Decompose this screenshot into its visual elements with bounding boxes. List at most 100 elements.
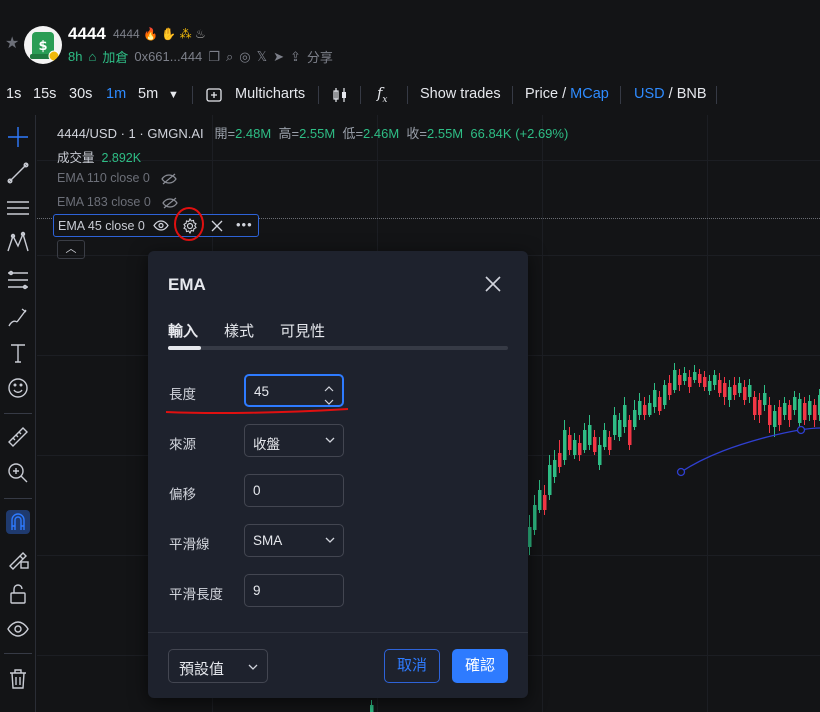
toolbar-divider bbox=[318, 86, 319, 104]
interval-5m[interactable]: 5m bbox=[138, 86, 158, 102]
candle-body bbox=[803, 403, 807, 420]
crosshair-icon[interactable] bbox=[6, 125, 30, 149]
mcap-option[interactable]: MCap bbox=[570, 86, 609, 102]
favorite-star-icon[interactable]: ★ bbox=[5, 33, 19, 53]
remove-close-icon[interactable] bbox=[210, 219, 224, 238]
home-icon: ⌂ bbox=[88, 49, 97, 64]
show-trades-button[interactable]: Show trades bbox=[420, 86, 501, 102]
defaults-select[interactable]: 預設值 bbox=[168, 649, 268, 683]
visibility-icon[interactable] bbox=[6, 617, 30, 641]
interval-1s[interactable]: 1s bbox=[6, 86, 21, 102]
candle-type-icon[interactable] bbox=[331, 86, 349, 108]
smoothing-length-input[interactable]: 9 bbox=[244, 574, 344, 607]
contract-address[interactable]: 0x661...444 bbox=[134, 49, 202, 64]
tab-indicator-track bbox=[168, 346, 508, 350]
emoji-icon[interactable] bbox=[6, 376, 30, 400]
drawing-anchor-point[interactable] bbox=[796, 425, 806, 435]
dialog-footer-divider bbox=[148, 632, 528, 633]
magnet-icon[interactable] bbox=[6, 510, 30, 534]
interval-15s[interactable]: 15s bbox=[33, 86, 56, 102]
drawn-curve-line[interactable] bbox=[680, 427, 820, 473]
candle-body bbox=[773, 411, 777, 427]
tab-visibility[interactable]: 可見性 bbox=[280, 320, 325, 341]
add-position-link[interactable]: 加倉 bbox=[102, 47, 128, 66]
trend-line-icon[interactable] bbox=[6, 161, 30, 185]
smoothing-length-label: 平滑長度 bbox=[169, 587, 223, 602]
brush-icon[interactable] bbox=[6, 305, 30, 329]
search-icon[interactable]: ⌕ bbox=[226, 49, 233, 65]
tool-divider bbox=[4, 653, 32, 654]
candle-body bbox=[668, 383, 672, 395]
candle-body bbox=[533, 505, 537, 530]
candle-body bbox=[578, 443, 582, 455]
high-label: 高= bbox=[278, 126, 300, 141]
token-age: 8h bbox=[68, 49, 83, 64]
candle-body bbox=[633, 410, 637, 427]
zoom-in-icon[interactable] bbox=[6, 461, 30, 485]
ruler-icon[interactable] bbox=[6, 425, 30, 449]
price-mcap-toggle[interactable]: Price / MCap bbox=[525, 86, 609, 102]
ema45-label: EMA 45 close 0 bbox=[58, 219, 145, 233]
symbol-label[interactable]: 4444/USD · 1 · GMGN.AI bbox=[57, 126, 204, 141]
indicators-fx-icon[interactable]: fx bbox=[377, 86, 387, 105]
group-icon: ⁂ bbox=[179, 27, 192, 41]
copy-icon[interactable]: ❐ bbox=[208, 49, 220, 65]
more-intervals-icon[interactable]: ▼ bbox=[168, 89, 179, 101]
drawing-anchor-point[interactable] bbox=[676, 467, 686, 477]
annotation-underline bbox=[165, 408, 349, 414]
candle-body bbox=[663, 385, 667, 405]
source-select[interactable]: 收盤 bbox=[244, 424, 344, 457]
toolbar-divider bbox=[407, 86, 408, 104]
dialog-title: EMA bbox=[168, 275, 206, 294]
trash-icon[interactable] bbox=[6, 667, 30, 691]
interval-30s[interactable]: 30s bbox=[69, 86, 92, 102]
offset-input[interactable]: 0 bbox=[244, 474, 344, 507]
pattern-icon[interactable] bbox=[6, 231, 30, 255]
fib-tools-icon[interactable] bbox=[6, 268, 30, 292]
share-icon[interactable]: ⇪ bbox=[290, 49, 301, 65]
price-option[interactable]: Price bbox=[525, 86, 558, 102]
horizontal-lines-icon[interactable] bbox=[6, 196, 30, 220]
source-label: 來源 bbox=[169, 437, 196, 452]
collapse-legend-button[interactable]: ︿ bbox=[57, 240, 85, 259]
tab-inputs[interactable]: 輸入 bbox=[168, 320, 198, 341]
close-icon[interactable] bbox=[482, 273, 504, 295]
more-options-icon[interactable]: ••• bbox=[236, 217, 253, 232]
usd-option[interactable]: USD bbox=[634, 86, 665, 102]
toolbar-divider bbox=[716, 86, 717, 104]
hidden-eye-icon[interactable] bbox=[161, 171, 178, 185]
candle-body bbox=[618, 420, 622, 437]
tab-style[interactable]: 樣式 bbox=[224, 320, 254, 341]
text-icon[interactable] bbox=[6, 341, 30, 365]
add-indicator-icon[interactable] bbox=[206, 87, 222, 107]
candle-body bbox=[568, 435, 572, 450]
candle-body bbox=[718, 380, 722, 393]
interval-1m[interactable]: 1m bbox=[106, 86, 126, 102]
ema110-legend[interactable]: EMA 110 close 0 bbox=[57, 171, 178, 185]
ok-button[interactable]: 確認 bbox=[452, 649, 508, 683]
candle-body bbox=[693, 372, 697, 380]
toolbar-divider bbox=[192, 86, 193, 104]
bnb-option[interactable]: BNB bbox=[677, 86, 707, 102]
eye-icon[interactable] bbox=[153, 219, 169, 237]
chart-toolbar: 1s 15s 30s 1m 5m ▼ Multicharts fx Show t… bbox=[0, 80, 820, 110]
telegram-icon[interactable]: ➤ bbox=[273, 49, 284, 65]
smoothing-select[interactable]: SMA bbox=[244, 524, 344, 557]
candle-body bbox=[593, 437, 597, 452]
toolbar-divider bbox=[620, 86, 621, 104]
length-input[interactable]: 45 bbox=[244, 374, 344, 407]
x-icon[interactable]: 𝕏 bbox=[257, 49, 267, 65]
offset-value: 0 bbox=[253, 483, 261, 498]
candle-body bbox=[688, 377, 692, 387]
website-icon[interactable]: ◎ bbox=[239, 49, 250, 65]
candle-body bbox=[728, 387, 732, 400]
multicharts-button[interactable]: Multicharts bbox=[235, 86, 305, 102]
ema45-legend[interactable]: EMA 45 close 0 ••• bbox=[53, 214, 259, 237]
cancel-button[interactable]: 取消 bbox=[384, 649, 440, 683]
lock-drawing-icon[interactable] bbox=[6, 546, 30, 570]
unlock-icon[interactable] bbox=[6, 582, 30, 606]
currency-toggle[interactable]: USD / BNB bbox=[634, 86, 707, 102]
share-link[interactable]: 分享 bbox=[307, 47, 333, 66]
drawing-toolbar bbox=[0, 115, 36, 712]
ema183-legend[interactable]: EMA 183 close 0 bbox=[57, 195, 179, 209]
